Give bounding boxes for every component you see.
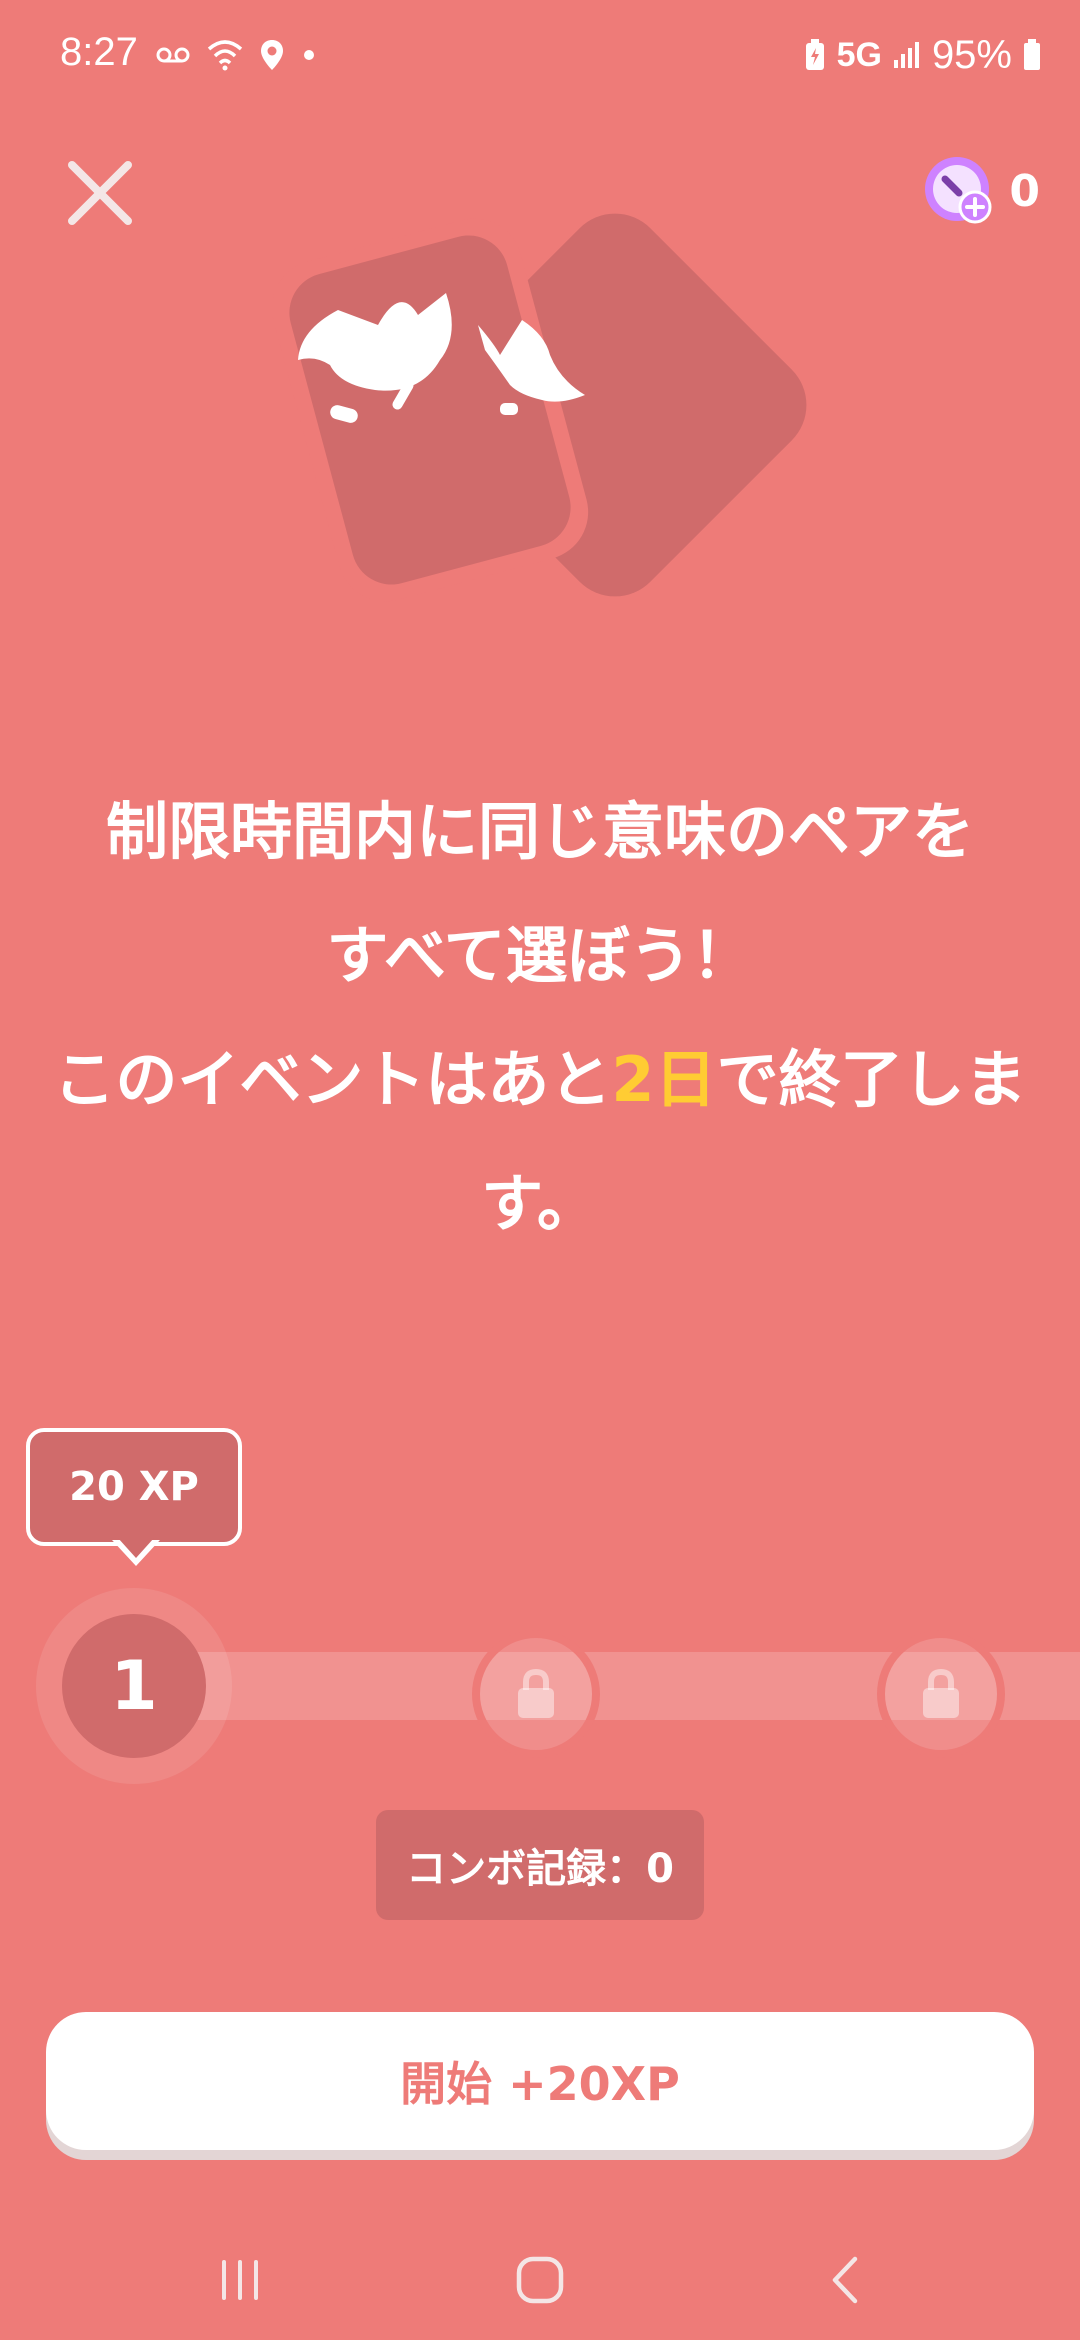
xp-tooltip-tail-inner [118, 1538, 154, 1558]
lock-icon [923, 1668, 959, 1718]
home-icon [516, 2256, 564, 2304]
network-type: 5G [836, 35, 882, 74]
voicemail-icon [156, 47, 190, 63]
battery-icon [1024, 39, 1040, 70]
dot-icon [304, 50, 314, 60]
level-node-current[interactable]: 1 [62, 1614, 206, 1758]
level-node-locked-3 [877, 1630, 1005, 1758]
headline-line4: す。 [481, 1167, 599, 1240]
status-bar: 8:27 5G 95% [0, 0, 1080, 110]
headline-line3: このイベントはあと2日で終了しま [0, 1018, 1080, 1142]
back-button[interactable] [805, 2250, 885, 2310]
card-duo-icon [271, 213, 807, 602]
headline-line3-prefix: このイベントはあと [53, 1043, 612, 1116]
system-nav-bar [0, 2220, 1080, 2340]
start-button[interactable]: 開始 +20XP [46, 2012, 1034, 2150]
status-right: 5G 95% [803, 30, 1042, 80]
combo-record-badge: コンボ記録：0 [376, 1810, 704, 1920]
level-node-locked-2 [472, 1630, 600, 1758]
lock-icon [518, 1668, 554, 1718]
close-icon [68, 161, 132, 225]
gem-count: 0 [1009, 165, 1040, 217]
battery-percent: 95% [931, 32, 1012, 77]
status-time: 8:27 [60, 30, 138, 74]
close-button[interactable] [62, 155, 138, 231]
days-remaining: 2日 [611, 1043, 717, 1116]
signal-icon [893, 42, 919, 68]
recent-apps-icon [222, 2260, 258, 2300]
recent-apps-button[interactable] [200, 2250, 280, 2310]
gem-plus-icon [925, 157, 992, 224]
back-icon [832, 2256, 858, 2304]
location-icon [261, 40, 283, 70]
status-left-icons [155, 30, 319, 80]
wifi-icon [207, 40, 243, 71]
battery-saver-icon [805, 39, 824, 70]
headline-line2: すべて選ぼう！ [326, 919, 754, 992]
headline-line3-suffix: で終了しま [716, 1043, 1027, 1116]
xp-tooltip: 20 XP [26, 1428, 242, 1546]
gem-counter[interactable]: 0 [923, 155, 1040, 227]
headline-line1: 制限時間内に同じ意味のペアを [105, 795, 974, 868]
home-button[interactable] [500, 2250, 580, 2310]
event-description: 制限時間内に同じ意味のペアを すべて選ぼう！ このイベントはあと2日で終了しま … [0, 770, 1080, 1266]
